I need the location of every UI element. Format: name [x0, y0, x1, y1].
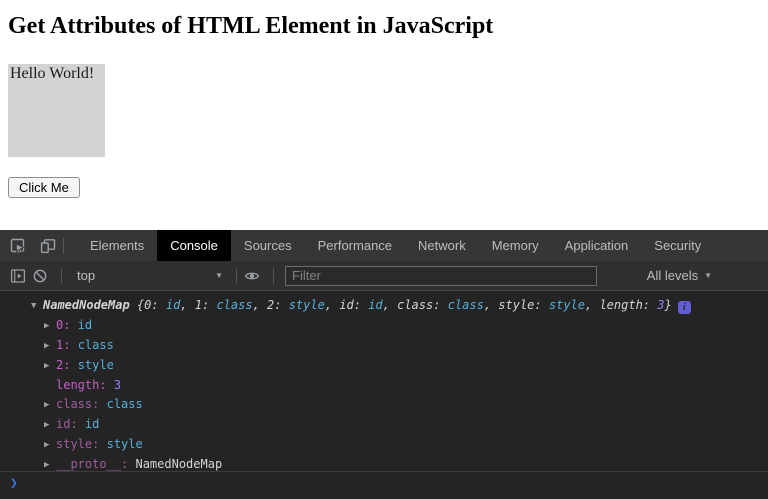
property-value: id [84, 417, 100, 431]
preview-value: style [548, 298, 585, 312]
tab-memory[interactable]: Memory [479, 230, 552, 261]
click-me-button[interactable]: Click Me [8, 177, 80, 198]
prompt-chevron-icon: ❯ [10, 476, 18, 491]
log-levels-dropdown[interactable]: All levels ▼ [647, 268, 712, 283]
property-key: length: [56, 378, 107, 392]
expand-arrow-icon[interactable]: ▶ [44, 416, 56, 435]
console-object-rows: ▶ 0: id ▶ 1: class ▶ 2: style length: 3 ▶ class:… [0, 316, 768, 471]
property-value: class [106, 397, 143, 411]
console-prompt[interactable]: ❯ [0, 471, 768, 499]
property-key: 2: [56, 358, 71, 372]
property-value: NamedNodeMap [135, 457, 223, 471]
console-row[interactable]: ▶ 2: style [0, 356, 768, 376]
chevron-down-icon: ▼ [704, 271, 712, 280]
tab-application[interactable]: Application [552, 230, 642, 261]
expand-arrow-icon[interactable]: ▶ [44, 396, 56, 415]
devtools-panel: Elements Console Sources Performance Network… [0, 230, 768, 499]
tab-security[interactable]: Security [641, 230, 714, 261]
preview-value: id [368, 298, 383, 312]
divider [273, 267, 274, 284]
console-row[interactable]: ▶ class: class [0, 395, 768, 415]
divider [61, 267, 62, 284]
object-constructor-name: NamedNodeMap [43, 298, 130, 312]
tab-sources[interactable]: Sources [231, 230, 305, 261]
expand-arrow-icon[interactable]: ▶ [44, 337, 56, 356]
tab-console[interactable]: Console [157, 230, 231, 261]
console-row[interactable]: ▶ 0: id [0, 316, 768, 336]
expand-arrow-icon[interactable]: ▶ [44, 456, 56, 471]
devtools-tabs: Elements Console Sources Performance Network… [77, 230, 714, 261]
property-key: 0: [56, 318, 71, 332]
expand-arrow-icon[interactable]: ▶ [44, 317, 56, 336]
preview-value: class [216, 298, 253, 312]
property-key: 1: [56, 338, 71, 352]
console-row[interactable]: ▶ 1: class [0, 336, 768, 356]
web-page: Get Attributes of HTML Element in JavaSc… [0, 0, 768, 230]
tab-elements[interactable]: Elements [77, 230, 157, 261]
expand-arrow-icon[interactable]: ▶ [44, 357, 56, 376]
property-value: style [106, 437, 143, 451]
log-levels-label: All levels [646, 268, 699, 283]
page-title: Get Attributes of HTML Element in JavaSc… [8, 13, 494, 39]
context-selector[interactable]: top ▼ [71, 268, 229, 283]
expand-arrow-icon[interactable]: ▼ [31, 297, 43, 316]
live-expression-eye-icon[interactable] [244, 268, 260, 284]
preview-value: style [288, 298, 325, 312]
preview-key: 2: [267, 298, 282, 312]
chevron-down-icon: ▼ [215, 271, 223, 280]
hello-world-text: Hello World! [10, 65, 95, 82]
preview-value: id [165, 298, 181, 312]
device-toolbar-icon[interactable] [40, 238, 56, 254]
preview-key: 0: [144, 298, 159, 312]
info-badge-icon[interactable]: i [677, 301, 691, 314]
console-row[interactable]: ▶ style: style [0, 435, 768, 455]
preview-key: length: [599, 298, 651, 312]
console-toolbar: top ▼ All levels ▼ [0, 261, 768, 291]
tabbar-icons [0, 230, 56, 261]
property-key: id: [56, 417, 78, 431]
property-value: id [77, 318, 93, 332]
devtools-tabbar: Elements Console Sources Performance Network… [0, 230, 768, 261]
property-value: class [77, 338, 114, 352]
property-value: style [77, 358, 114, 372]
show-console-sidebar-icon[interactable] [10, 268, 26, 284]
inspect-element-icon[interactable] [10, 238, 26, 254]
expand-arrow-icon[interactable]: ▶ [44, 436, 56, 455]
console-row[interactable]: length: 3 [0, 376, 768, 395]
console-row[interactable]: ▶ __proto__: NamedNodeMap [0, 455, 768, 471]
preview-value: class [447, 298, 484, 312]
console-row[interactable]: ▶ id: id [0, 415, 768, 435]
console-object-preview[interactable]: ▼ NamedNodeMap {0: id, 1: class, 2: style… [0, 296, 768, 316]
property-key: class: [56, 397, 100, 411]
property-key: __proto__: [56, 457, 129, 471]
preview-key: id: [339, 298, 361, 312]
divider [63, 237, 64, 254]
hello-world-box: Hello World! [8, 64, 105, 157]
tab-performance[interactable]: Performance [305, 230, 405, 261]
context-selector-label: top [77, 268, 96, 283]
preview-key: style: [498, 298, 542, 312]
preview-value: 3 [657, 298, 665, 312]
filter-input[interactable] [285, 265, 597, 286]
preview-key: 1: [194, 298, 210, 312]
preview-key: class: [397, 298, 441, 312]
clear-console-icon[interactable] [32, 268, 48, 284]
property-key: style: [56, 437, 100, 451]
console-messages: ▼ NamedNodeMap {0: id, 1: class, 2: style… [0, 291, 768, 471]
tab-network[interactable]: Network [405, 230, 479, 261]
divider [236, 267, 237, 284]
property-value: 3 [113, 378, 122, 392]
